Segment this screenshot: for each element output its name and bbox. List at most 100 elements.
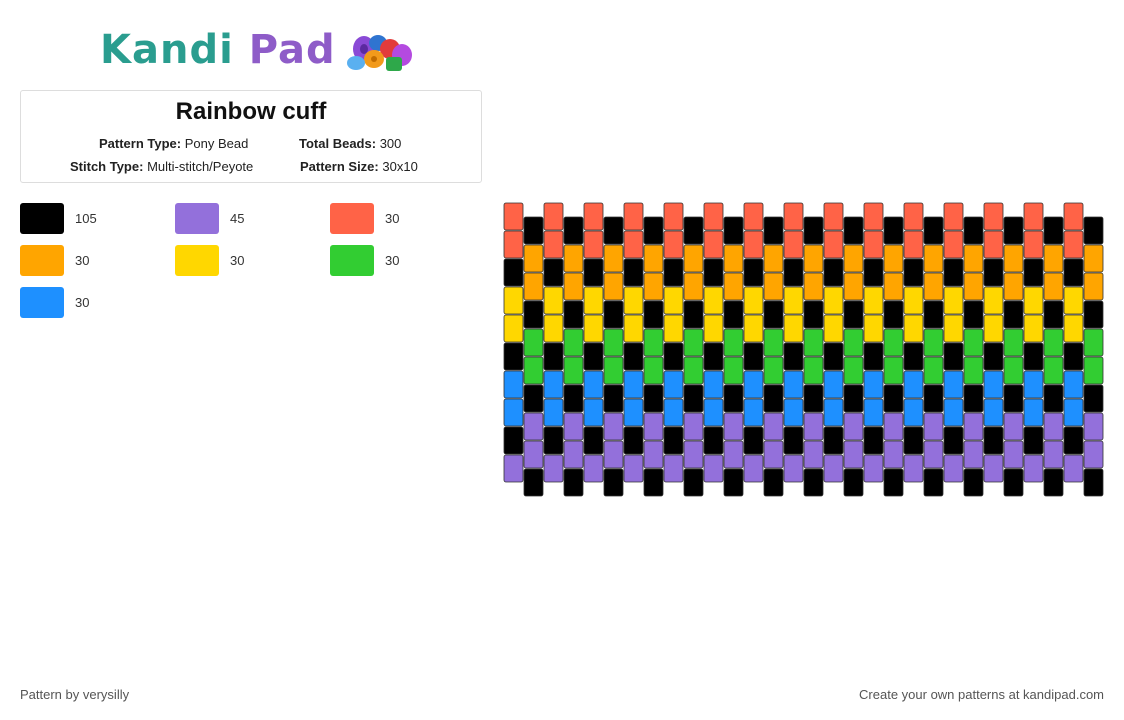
bead bbox=[723, 272, 744, 301]
bead bbox=[743, 230, 764, 259]
bead bbox=[863, 230, 884, 259]
bead bbox=[563, 356, 584, 385]
bead bbox=[983, 230, 1004, 259]
bead bbox=[1023, 398, 1044, 427]
bead bbox=[503, 230, 524, 259]
bead bbox=[663, 398, 684, 427]
bead bbox=[563, 300, 584, 329]
bead bbox=[583, 314, 604, 343]
bead bbox=[743, 286, 764, 315]
bead bbox=[543, 314, 564, 343]
bead bbox=[563, 244, 584, 273]
logo-word-kandi: Kandi bbox=[100, 27, 234, 73]
total-beads-value: 300 bbox=[379, 136, 402, 151]
bead bbox=[623, 426, 644, 455]
bead bbox=[863, 398, 884, 427]
bead bbox=[1083, 300, 1104, 329]
bead bbox=[703, 398, 724, 427]
bead bbox=[523, 244, 544, 273]
bead bbox=[1003, 440, 1024, 469]
bead bbox=[1023, 426, 1044, 455]
bead-count: 30 bbox=[385, 253, 400, 268]
bead bbox=[543, 370, 564, 399]
bead bbox=[963, 440, 984, 469]
color-swatch bbox=[330, 245, 374, 276]
bead bbox=[683, 272, 704, 301]
bead bbox=[663, 286, 684, 315]
bead bbox=[683, 440, 704, 469]
bead bbox=[823, 342, 844, 371]
bead bbox=[963, 356, 984, 385]
bead bbox=[663, 370, 684, 399]
bead bbox=[623, 370, 644, 399]
bead bbox=[1003, 328, 1024, 357]
bead bbox=[703, 230, 724, 259]
bead bbox=[983, 398, 1004, 427]
bead bbox=[1043, 356, 1064, 385]
bead bbox=[923, 216, 944, 245]
bead bbox=[803, 356, 824, 385]
bead bbox=[983, 426, 1004, 455]
bead bbox=[623, 398, 644, 427]
bead bbox=[1083, 272, 1104, 301]
bead bbox=[903, 426, 924, 455]
bead bbox=[903, 314, 924, 343]
bead bbox=[803, 412, 824, 441]
bead bbox=[703, 426, 724, 455]
bead-count: 30 bbox=[75, 253, 90, 268]
bead bbox=[603, 356, 624, 385]
bead bbox=[603, 468, 624, 497]
bead bbox=[963, 384, 984, 413]
bead bbox=[963, 300, 984, 329]
bead bbox=[1003, 356, 1024, 385]
bead bbox=[1063, 454, 1084, 483]
bead bbox=[1023, 454, 1044, 483]
kandipad-logo[interactable]: Kandi Pad bbox=[100, 24, 420, 76]
bead bbox=[603, 300, 624, 329]
bead bbox=[823, 202, 844, 231]
bead bbox=[1043, 328, 1064, 357]
bead bbox=[563, 440, 584, 469]
bead bbox=[743, 370, 764, 399]
bead bbox=[603, 384, 624, 413]
bead bbox=[1023, 342, 1044, 371]
bead bbox=[763, 328, 784, 357]
bead bbox=[1003, 384, 1024, 413]
bead bbox=[923, 440, 944, 469]
bead bbox=[503, 202, 524, 231]
bead bbox=[823, 314, 844, 343]
bead bbox=[843, 216, 864, 245]
bead bbox=[823, 426, 844, 455]
bead bbox=[643, 468, 664, 497]
bead bbox=[823, 286, 844, 315]
bead bbox=[563, 468, 584, 497]
bead bbox=[1023, 202, 1044, 231]
bead bbox=[883, 328, 904, 357]
bead bbox=[983, 258, 1004, 287]
bead bbox=[883, 244, 904, 273]
bead bbox=[503, 286, 524, 315]
bead bbox=[603, 440, 624, 469]
bead bbox=[663, 342, 684, 371]
bead bbox=[523, 272, 544, 301]
bead bbox=[863, 258, 884, 287]
bead bbox=[843, 244, 864, 273]
bead bbox=[643, 356, 664, 385]
bead bbox=[643, 272, 664, 301]
bead bbox=[743, 426, 764, 455]
bead bbox=[823, 258, 844, 287]
legend-item: 105 bbox=[20, 203, 160, 235]
bead bbox=[943, 342, 964, 371]
bead-count: 30 bbox=[385, 211, 400, 226]
bead bbox=[883, 384, 904, 413]
bead bbox=[803, 216, 824, 245]
bead bbox=[583, 342, 604, 371]
bead bbox=[663, 258, 684, 287]
logo-wordmark: Kandi Pad bbox=[100, 27, 336, 73]
bead bbox=[583, 202, 604, 231]
color-legend: 105 45 30 30 30 30 30 bbox=[20, 203, 480, 323]
bead bbox=[523, 384, 544, 413]
bead bbox=[523, 468, 544, 497]
kandipad-link[interactable]: Create your own patterns at kandipad.com bbox=[859, 687, 1104, 702]
bead bbox=[903, 370, 924, 399]
